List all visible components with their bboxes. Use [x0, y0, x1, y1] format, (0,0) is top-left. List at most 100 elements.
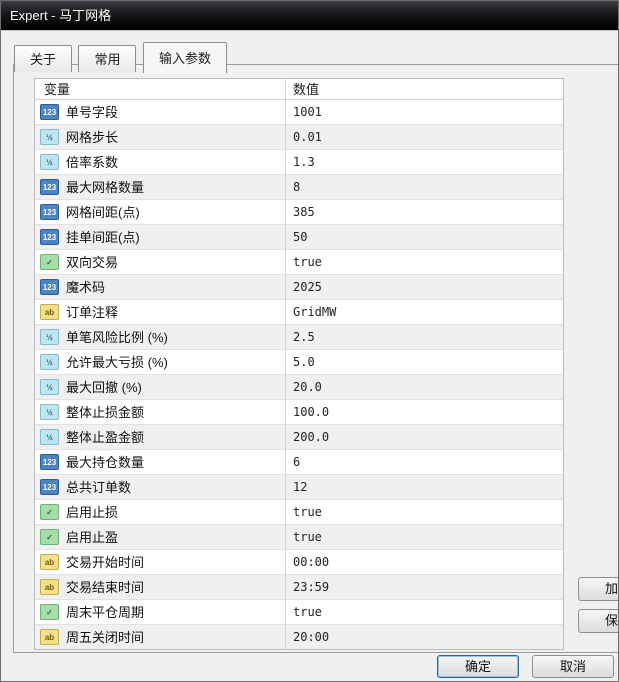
table-row[interactable]: ✓ 启用止损 true — [35, 500, 563, 525]
bool-type-icon: ✓ — [40, 529, 59, 545]
param-value[interactable]: 23:59 — [293, 575, 559, 600]
bool-type-icon: ✓ — [40, 504, 59, 520]
cancel-button[interactable]: 取消 — [532, 655, 614, 678]
param-label: 最大网格数量 — [66, 180, 145, 195]
param-value[interactable]: 2025 — [293, 275, 559, 300]
int-type-icon: 123 — [40, 279, 59, 295]
bool-type-icon: ✓ — [40, 254, 59, 270]
window-title: Expert - 马丁网格 — [10, 8, 112, 23]
param-value[interactable]: GridMW — [293, 300, 559, 325]
string-type-icon: ab — [40, 554, 59, 570]
table-row[interactable]: 123 单号字段 1001 — [35, 100, 563, 125]
param-label: 挂单间距(点) — [66, 230, 140, 245]
param-value[interactable]: 0.01 — [293, 125, 559, 150]
double-type-icon: ½ — [40, 129, 59, 145]
table-row[interactable]: ✓ 启用止盈 true — [35, 525, 563, 550]
param-label: 允许最大亏损 (%) — [66, 355, 168, 370]
param-value[interactable]: 100.0 — [293, 400, 559, 425]
param-value[interactable]: 8 — [293, 175, 559, 200]
table-row[interactable]: ab 交易开始时间 00:00 — [35, 550, 563, 575]
table-header: 变量 数值 — [35, 79, 563, 100]
param-label: 总共订单数 — [66, 480, 132, 495]
param-label: 整体止盈金额 — [66, 430, 145, 445]
param-value[interactable]: 20:00 — [293, 625, 559, 649]
param-label: 周五关闭时间 — [66, 630, 145, 645]
param-value[interactable]: 20.0 — [293, 375, 559, 400]
string-type-icon: ab — [40, 304, 59, 320]
param-value[interactable]: 6 — [293, 450, 559, 475]
table-row[interactable]: ½ 整体止盈金额 200.0 — [35, 425, 563, 450]
save-button[interactable]: 保存 — [578, 609, 618, 633]
int-type-icon: 123 — [40, 454, 59, 470]
column-header-variable: 变量 — [44, 82, 71, 97]
tab-common[interactable]: 常用 — [78, 45, 137, 72]
param-label: 启用止盈 — [66, 530, 119, 545]
string-type-icon: ab — [40, 629, 59, 645]
param-value[interactable]: 1001 — [293, 100, 559, 125]
param-value[interactable]: 5.0 — [293, 350, 559, 375]
table-row[interactable]: 123 总共订单数 12 — [35, 475, 563, 500]
param-value[interactable]: true — [293, 500, 559, 525]
param-value[interactable]: 12 — [293, 475, 559, 500]
table-row[interactable]: 123 魔术码 2025 — [35, 275, 563, 300]
table-row[interactable]: 123 挂单间距(点) 50 — [35, 225, 563, 250]
table-row[interactable]: ab 周五关闭时间 20:00 — [35, 625, 563, 649]
param-label: 双向交易 — [66, 255, 119, 270]
param-label: 交易开始时间 — [66, 555, 145, 570]
param-label: 最大持仓数量 — [66, 455, 145, 470]
titlebar[interactable]: Expert - 马丁网格 — [1, 1, 618, 31]
column-divider — [285, 79, 286, 649]
param-label: 网格间距(点) — [66, 205, 140, 220]
param-value[interactable]: 2.5 — [293, 325, 559, 350]
param-value[interactable]: 1.3 — [293, 150, 559, 175]
table-row[interactable]: ✓ 双向交易 true — [35, 250, 563, 275]
param-label: 启用止损 — [66, 505, 119, 520]
double-type-icon: ½ — [40, 329, 59, 345]
table-row[interactable]: 123 最大持仓数量 6 — [35, 450, 563, 475]
param-label: 最大回撤 (%) — [66, 380, 142, 395]
param-label: 整体止损金额 — [66, 405, 145, 420]
int-type-icon: 123 — [40, 204, 59, 220]
table-row[interactable]: ½ 允许最大亏损 (%) 5.0 — [35, 350, 563, 375]
param-value[interactable]: true — [293, 525, 559, 550]
int-type-icon: 123 — [40, 104, 59, 120]
table-row[interactable]: ab 订单注释 GridMW — [35, 300, 563, 325]
param-value[interactable]: 385 — [293, 200, 559, 225]
double-type-icon: ½ — [40, 429, 59, 445]
tab-inputs[interactable]: 输入参数 — [142, 42, 227, 73]
ok-button[interactable]: 确定 — [437, 655, 519, 678]
double-type-icon: ½ — [40, 154, 59, 170]
int-type-icon: 123 — [40, 479, 59, 495]
param-value[interactable]: 00:00 — [293, 550, 559, 575]
param-label: 订单注释 — [66, 305, 119, 320]
param-label: 周末平仓周期 — [66, 605, 145, 620]
param-table-body: 123 单号字段 1001 ½ 网格步长 0.01 ½ 倍率系数 1.3 123… — [35, 100, 563, 649]
parameter-table: 变量 数值 123 单号字段 1001 ½ 网格步长 0.01 ½ 倍率系数 1… — [34, 78, 564, 650]
param-label: 网格步长 — [66, 130, 119, 145]
param-value[interactable]: true — [293, 600, 559, 625]
table-row[interactable]: ✓ 周末平仓周期 true — [35, 600, 563, 625]
table-row[interactable]: 123 网格间距(点) 385 — [35, 200, 563, 225]
param-label: 单笔风险比例 (%) — [66, 330, 168, 345]
table-row[interactable]: ½ 网格步长 0.01 — [35, 125, 563, 150]
table-row[interactable]: ½ 倍率系数 1.3 — [35, 150, 563, 175]
expert-settings-dialog: Expert - 马丁网格 关于 常用 输入参数 变量 数值 123 单号字段 … — [0, 0, 619, 682]
table-row[interactable]: ½ 最大回撤 (%) 20.0 — [35, 375, 563, 400]
param-value[interactable]: true — [293, 250, 559, 275]
param-label: 魔术码 — [66, 280, 106, 295]
bool-type-icon: ✓ — [40, 604, 59, 620]
load-button[interactable]: 加载 — [578, 577, 618, 601]
param-label: 交易结束时间 — [66, 580, 145, 595]
param-value[interactable]: 200.0 — [293, 425, 559, 450]
int-type-icon: 123 — [40, 179, 59, 195]
int-type-icon: 123 — [40, 229, 59, 245]
table-row[interactable]: ½ 整体止损金额 100.0 — [35, 400, 563, 425]
table-row[interactable]: 123 最大网格数量 8 — [35, 175, 563, 200]
param-value[interactable]: 50 — [293, 225, 559, 250]
table-row[interactable]: ½ 单笔风险比例 (%) 2.5 — [35, 325, 563, 350]
param-label: 倍率系数 — [66, 155, 119, 170]
tab-about[interactable]: 关于 — [14, 45, 73, 72]
table-row[interactable]: ab 交易结束时间 23:59 — [35, 575, 563, 600]
double-type-icon: ½ — [40, 354, 59, 370]
column-header-value: 数值 — [293, 82, 320, 97]
